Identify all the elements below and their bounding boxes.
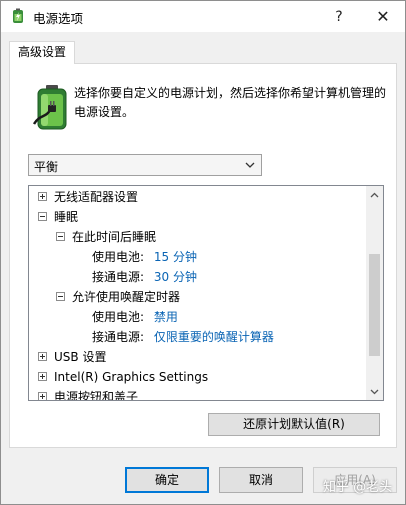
chevron-down-icon [245,162,255,168]
power-settings-tree[interactable]: 无线适配器设置 睡眠 在此时间后睡眠 使用电池: 15 分钟 接通电源: 30 … [28,185,384,401]
header-description: 选择你要自定义的电源计划，然后选择你希望计算机管理的电源设置。 [74,86,387,119]
power-options-icon [13,8,23,23]
setting-label: 接通电源: [92,270,145,284]
close-button[interactable]: ✕ [361,1,405,32]
tree-setting-plugged-in[interactable]: 接通电源: 仅限重要的唤醒计算器 [92,327,274,347]
scroll-down-button[interactable] [366,383,383,400]
tree-item-label: 睡眠 [54,210,79,224]
tree-setting-plugged-in[interactable]: 接通电源: 30 分钟 [92,267,197,287]
tree-item-label: Intel(R) Graphics Settings [54,370,209,384]
help-button[interactable]: ? [317,1,361,32]
tree-item-label: USB 设置 [54,350,107,364]
setting-label: 接通电源: [92,330,145,344]
power-options-window: 电源选项 ? ✕ 高级设置 选择你要自定义的电源计划，然后选择你希望计算机管理的… [0,0,406,505]
expand-icon[interactable] [38,372,47,381]
setting-label: 使用电池: [92,250,145,264]
expand-icon[interactable] [38,392,47,400]
power-plan-value: 平衡 [34,160,59,174]
scroll-up-button[interactable] [366,186,383,203]
cancel-button[interactable]: 取消 [219,467,303,493]
tab-advanced-settings[interactable]: 高级设置 [9,41,75,64]
tree-setting-on-battery[interactable]: 使用电池: 15 分钟 [92,247,197,267]
tree-item-label: 无线适配器设置 [54,190,139,204]
advanced-settings-panel: 选择你要自定义的电源计划，然后选择你希望计算机管理的电源设置。 平衡 无线适配器… [9,63,397,448]
power-plan-select[interactable]: 平衡 [28,154,262,176]
window-title: 电源选项 [33,11,84,26]
tree-item-label: 电源按钮和盖子 [54,390,139,401]
chevron-down-icon [370,389,379,394]
setting-value-link[interactable]: 30 分钟 [154,270,197,284]
expand-icon[interactable] [38,192,47,201]
tree-item-label: 允许使用唤醒定时器 [72,290,181,304]
collapse-icon[interactable] [56,232,65,241]
setting-value-link[interactable]: 仅限重要的唤醒计算器 [154,330,274,344]
collapse-icon[interactable] [56,292,65,301]
tree-setting-on-battery[interactable]: 使用电池: 禁用 [92,307,178,327]
chevron-up-icon [370,192,379,197]
setting-value-link[interactable]: 禁用 [154,310,178,324]
scrollbar-thumb[interactable] [369,254,380,356]
restore-defaults-button[interactable]: 还原计划默认值(R) [208,413,380,436]
ok-button[interactable]: 确定 [125,467,209,493]
collapse-icon[interactable] [38,212,47,221]
tree-item-label: 在此时间后睡眠 [72,230,157,244]
setting-value-link[interactable]: 15 分钟 [154,250,197,264]
title-bar: 电源选项 ? ✕ [1,1,405,32]
setting-label: 使用电池: [92,310,145,324]
vertical-scrollbar[interactable] [366,186,383,400]
expand-icon[interactable] [38,352,47,361]
watermark: 知乎 @老头 [323,480,393,495]
battery-power-icon [32,85,67,130]
